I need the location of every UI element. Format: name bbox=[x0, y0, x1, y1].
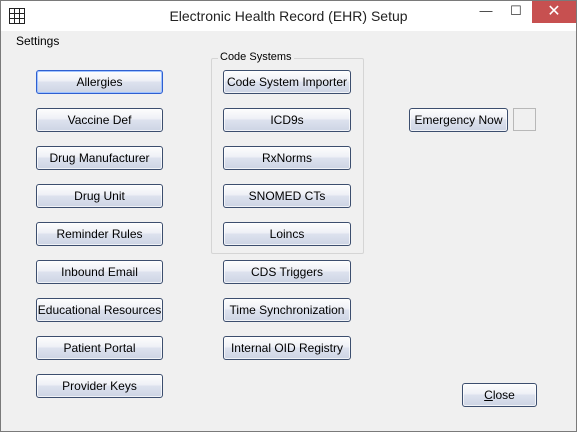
vaccine-def-button[interactable]: Vaccine Def bbox=[36, 108, 163, 132]
code-systems-label: Code Systems bbox=[218, 51, 294, 63]
snomed-cts-button[interactable]: SNOMED CTs bbox=[223, 184, 351, 208]
loincs-button[interactable]: Loincs bbox=[223, 222, 351, 246]
icd9s-button[interactable]: ICD9s bbox=[223, 108, 351, 132]
time-synchronization-button[interactable]: Time Synchronization bbox=[223, 298, 351, 322]
menu-settings[interactable]: Settings bbox=[16, 34, 59, 48]
setup-window: Electronic Health Record (EHR) Setup — ☐… bbox=[0, 0, 577, 432]
close-label-rest: lose bbox=[492, 388, 515, 402]
cds-triggers-button[interactable]: CDS Triggers bbox=[223, 260, 351, 284]
drug-unit-button[interactable]: Drug Unit bbox=[36, 184, 163, 208]
drug-manufacturer-button[interactable]: Drug Manufacturer bbox=[36, 146, 163, 170]
title-bar: Electronic Health Record (EHR) Setup — ☐… bbox=[1, 1, 576, 31]
educational-resources-button[interactable]: Educational Resources bbox=[36, 298, 163, 322]
rxnorms-button[interactable]: RxNorms bbox=[223, 146, 351, 170]
patient-portal-button[interactable]: Patient Portal bbox=[36, 336, 163, 360]
emergency-now-button[interactable]: Emergency Now bbox=[409, 108, 508, 132]
maximize-button[interactable]: ☐ bbox=[502, 1, 530, 23]
emergency-status-box bbox=[513, 108, 536, 131]
inbound-email-button[interactable]: Inbound Email bbox=[36, 260, 163, 284]
provider-keys-button[interactable]: Provider Keys bbox=[36, 374, 163, 398]
close-button[interactable]: Close bbox=[462, 383, 537, 407]
close-window-button[interactable]: ✕ bbox=[532, 1, 576, 23]
reminder-rules-button[interactable]: Reminder Rules bbox=[36, 222, 163, 246]
close-mnemonic: C bbox=[484, 388, 493, 402]
minimize-button[interactable]: — bbox=[472, 1, 500, 23]
code-system-importer-button[interactable]: Code System Importer bbox=[223, 70, 351, 94]
internal-oid-registry-button[interactable]: Internal OID Registry bbox=[223, 336, 351, 360]
allergies-button[interactable]: Allergies bbox=[36, 70, 163, 94]
